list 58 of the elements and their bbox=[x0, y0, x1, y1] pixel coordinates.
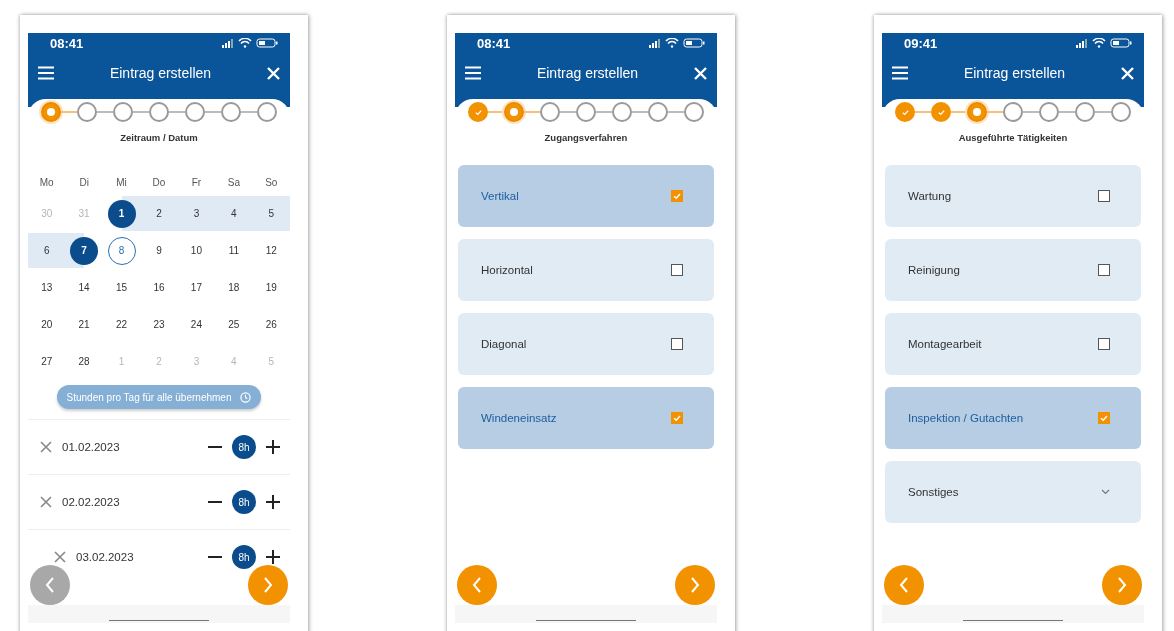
calendar-day[interactable]: 15 bbox=[107, 273, 136, 302]
date-text: 02.02.2023 bbox=[62, 496, 121, 508]
calendar-day[interactable]: 3 bbox=[182, 199, 211, 228]
calendar-day[interactable]: 20 bbox=[32, 310, 61, 339]
option-card[interactable]: Vertikal bbox=[458, 165, 714, 227]
date-text: 03.02.2023 bbox=[76, 551, 135, 563]
step-title: Zugangsverfahren bbox=[544, 132, 628, 143]
hours-value: 8h bbox=[232, 545, 256, 569]
weekday-label: Mi bbox=[115, 176, 128, 190]
calendar-day[interactable]: 27 bbox=[32, 347, 61, 376]
option-card[interactable]: Diagonal bbox=[458, 313, 714, 375]
weekday-label: Do bbox=[151, 176, 167, 190]
screen-title: Eintrag erstellen bbox=[536, 65, 639, 81]
calendar-day[interactable]: 13 bbox=[32, 273, 61, 302]
calendar-day[interactable]: 10 bbox=[182, 236, 211, 265]
date-text: 01.02.2023 bbox=[62, 441, 121, 453]
option-card[interactable]: Horizontal bbox=[458, 239, 714, 301]
weekday-label: Mo bbox=[38, 176, 55, 190]
option-dropdown[interactable]: Sonstiges bbox=[885, 461, 1141, 523]
calendar-day[interactable]: 19 bbox=[257, 273, 286, 302]
calendar-day[interactable]: 9 bbox=[145, 236, 173, 265]
weekday-label: Di bbox=[78, 176, 90, 190]
calendar-day[interactable]: 21 bbox=[70, 310, 99, 339]
calendar-day[interactable]: 7 bbox=[70, 236, 99, 265]
calendar-day[interactable]: 6 bbox=[32, 236, 61, 265]
weekday-label: So bbox=[264, 176, 279, 190]
calendar-day[interactable]: 5 bbox=[257, 199, 286, 228]
calendar-day[interactable]: 24 bbox=[182, 310, 211, 339]
calendar-day[interactable]: 18 bbox=[219, 273, 248, 302]
screen-title: Eintrag erstellen bbox=[963, 65, 1066, 81]
calendar-day[interactable]: 26 bbox=[257, 310, 286, 339]
status-time: 08:41 bbox=[477, 35, 511, 51]
calendar-day[interactable]: 28 bbox=[70, 347, 99, 376]
step-title: Zeitraum / Datum bbox=[120, 132, 198, 143]
calendar-day[interactable]: 12 bbox=[257, 236, 286, 265]
calendar-day[interactable]: 25 bbox=[219, 310, 248, 339]
calendar-day[interactable]: 14 bbox=[70, 273, 99, 302]
calendar-day[interactable]: 4 bbox=[219, 199, 248, 228]
hours-value: 8h bbox=[232, 490, 256, 514]
step-title: Ausgeführte Tätigkeiten bbox=[958, 132, 1068, 143]
weekday-label: Fr bbox=[190, 176, 203, 190]
hours-value: 8h bbox=[232, 435, 256, 459]
option-card[interactable]: Windeneinsatz bbox=[458, 387, 714, 449]
screen-title: Eintrag erstellen bbox=[109, 65, 212, 81]
calendar-day[interactable]: 22 bbox=[107, 310, 136, 339]
calendar-day[interactable]: 11 bbox=[219, 236, 248, 265]
option-card[interactable]: Reinigung bbox=[885, 239, 1141, 301]
option-card[interactable]: Montagearbeit bbox=[885, 313, 1141, 375]
calendar-day[interactable]: 23 bbox=[145, 310, 173, 339]
calendar-day[interactable]: 2 bbox=[145, 199, 173, 228]
calendar-day[interactable]: 1 bbox=[107, 199, 136, 228]
option-card[interactable]: Wartung bbox=[885, 165, 1141, 227]
calendar-day[interactable]: 17 bbox=[182, 273, 211, 302]
calendar-day[interactable]: 16 bbox=[145, 273, 173, 302]
weekday-label: Sa bbox=[226, 176, 241, 190]
status-time: 08:41 bbox=[50, 35, 84, 51]
status-time: 09:41 bbox=[904, 35, 938, 51]
option-card[interactable]: Inspektion / Gutachten bbox=[885, 387, 1141, 449]
